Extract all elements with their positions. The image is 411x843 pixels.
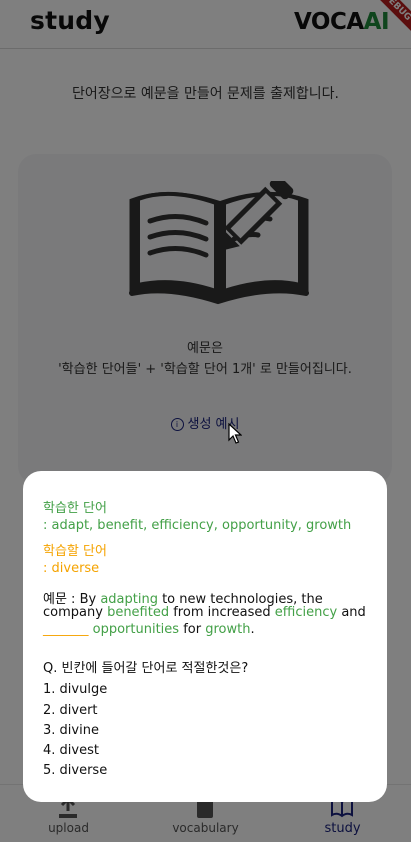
example-text: for	[179, 622, 206, 637]
example-word-growth: growth	[205, 622, 251, 637]
choice-3: 3. divine	[43, 723, 99, 738]
example-sentence-line2: company benefited from increased efficie…	[43, 605, 366, 620]
target-word: : diverse	[43, 561, 100, 576]
example-text: and	[337, 605, 366, 620]
generation-example-dialog: 학습한 단어 : adapt, benefit, efficiency, opp…	[23, 471, 387, 802]
example-text: from increased	[169, 605, 275, 620]
target-word-heading: 학습할 단어	[43, 544, 107, 559]
choice-4: 4. divest	[43, 743, 99, 758]
quiz-question: Q. 빈칸에 들어갈 단어로 적절한것은?	[43, 661, 249, 676]
learned-words-list: : adapt, benefit, efficiency, opportunit…	[43, 518, 352, 533]
example-text: .	[250, 622, 255, 637]
example-text: company	[43, 605, 108, 620]
choice-1: 1. divulge	[43, 682, 108, 697]
choice-5: 5. diverse	[43, 763, 108, 778]
example-word-efficiency: efficiency	[274, 605, 338, 620]
example-word-benefited: benefited	[107, 605, 170, 620]
example-blank: _______	[43, 622, 89, 637]
mouse-cursor-icon	[228, 423, 242, 444]
choice-2: 2. divert	[43, 703, 98, 718]
example-word-opportunities: opportunities	[92, 622, 180, 637]
learned-words-heading: 학습한 단어	[43, 501, 107, 516]
example-sentence-line3: _______ opportunities for growth.	[43, 622, 255, 637]
